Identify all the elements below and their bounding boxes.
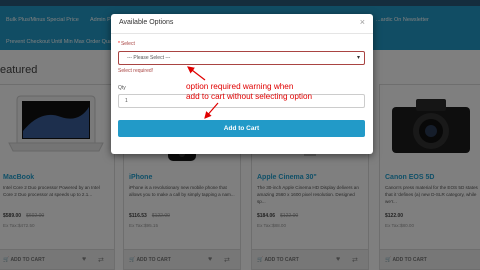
annotation-line-2: add to cart without selecting option [186, 92, 313, 101]
qty-value: 1 [125, 98, 128, 104]
add-to-cart-modal-button[interactable]: Add to Cart [118, 120, 365, 137]
modal-title: Available Options [119, 19, 174, 26]
annotation-text: option required warning when add to cart… [186, 82, 312, 102]
error-message: Select required! [118, 68, 154, 74]
chevron-down-icon: ▾ [356, 55, 360, 61]
select-label: *Select [118, 41, 135, 47]
annotation-line-1: option required warning when [186, 82, 294, 91]
modal-divider [111, 33, 373, 34]
option-select[interactable]: --- Please Select --- ▾ [118, 51, 365, 65]
select-value: --- Please Select --- [127, 55, 171, 61]
required-mark: * [118, 41, 120, 47]
qty-label: Qty [118, 85, 126, 91]
close-icon[interactable]: × [360, 17, 365, 27]
select-label-text: Select [120, 41, 135, 47]
